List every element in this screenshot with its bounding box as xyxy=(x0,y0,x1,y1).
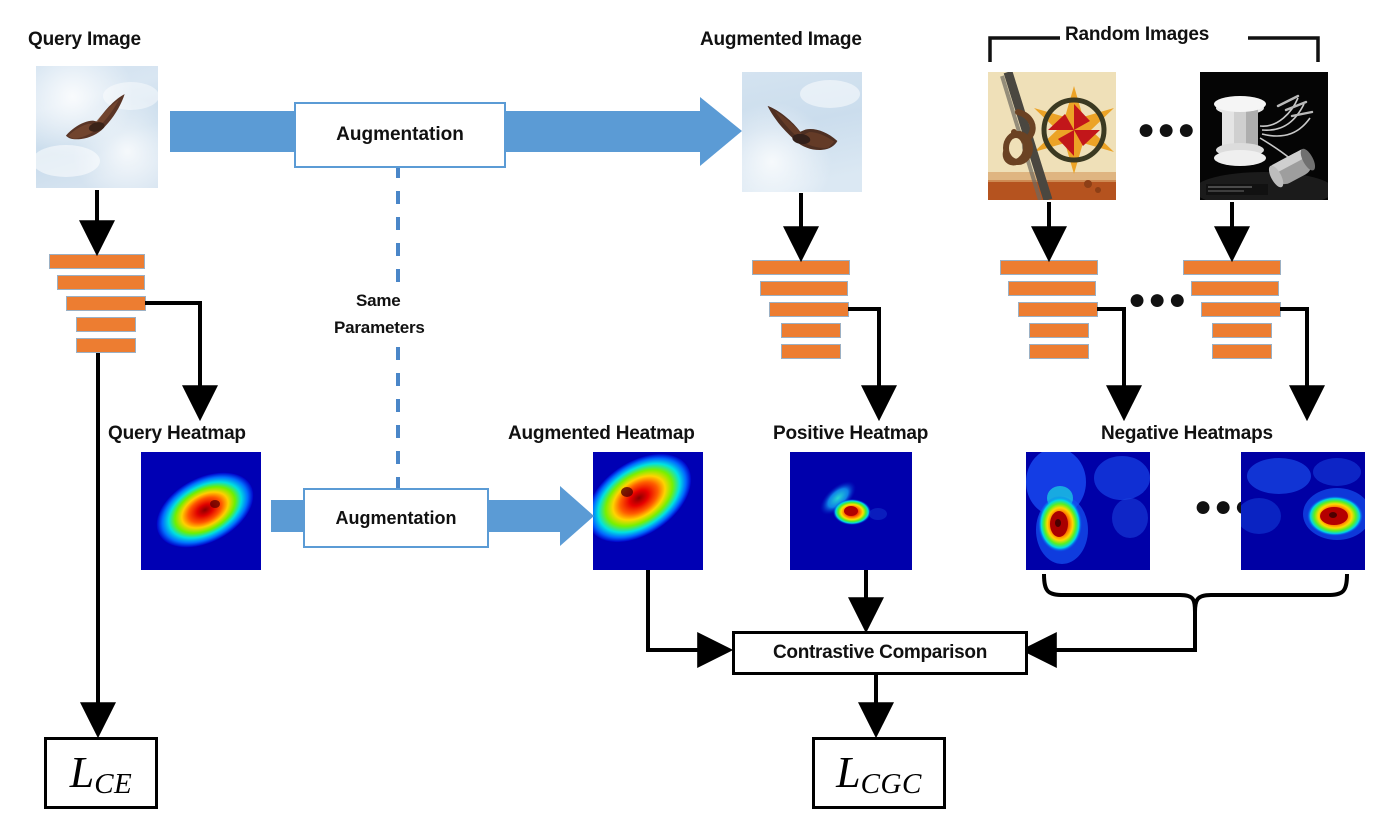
cnn-layer-bar xyxy=(49,254,145,269)
cnn-layer-bar xyxy=(781,323,841,338)
augmented-heatmap-label: Augmented Heatmap xyxy=(508,423,695,444)
cnn-layer-bar xyxy=(769,302,849,317)
cnn-layer-bar xyxy=(1029,344,1089,359)
same-parameters-label-line1: Same xyxy=(352,291,405,310)
query-image xyxy=(36,66,158,188)
cnn-layer-bar xyxy=(1191,281,1279,296)
arrow-negative-cnn-2-to-heatmap xyxy=(1280,307,1325,422)
cnn-layer-bar xyxy=(781,344,841,359)
cnn-layer-bar xyxy=(1029,323,1089,338)
cnn-layer-bar xyxy=(1008,281,1096,296)
query-heatmap-label: Query Heatmap xyxy=(108,423,246,444)
augmented-image xyxy=(742,72,862,192)
cnn-layer-bar xyxy=(76,317,136,332)
same-parameters-label-line2: Parameters xyxy=(330,318,429,337)
arrow-negative-cnn-1-to-heatmap xyxy=(1097,307,1142,422)
query-image-label: Query Image xyxy=(28,29,141,50)
negative-heatmaps-brace xyxy=(1042,573,1349,613)
loss-ce-symbol: LCE xyxy=(69,748,133,801)
loss-box-ce: LCE xyxy=(44,737,158,809)
augmented-heatmap xyxy=(593,452,703,570)
diagram-canvas: Query Image Augmented Image Random Image… xyxy=(0,0,1392,816)
positive-heatmap-label: Positive Heatmap xyxy=(773,423,929,444)
ellipsis-random-images: ●●● xyxy=(1137,113,1198,146)
augmentation-box-bottom[interactable]: Augmentation xyxy=(303,488,489,548)
negative-heatmap-2 xyxy=(1241,452,1365,570)
arrow-augmented-heatmap-to-comparison xyxy=(646,570,734,668)
cnn-layer-bar xyxy=(1183,260,1281,275)
contrastive-comparison-box[interactable]: Contrastive Comparison xyxy=(732,631,1028,675)
arrow-augmented-cnn-to-positive-heatmap xyxy=(848,307,897,422)
cnn-layer-bar xyxy=(1201,302,1281,317)
arrow-query-cnn-to-query-heatmap xyxy=(145,301,218,422)
positive-heatmap xyxy=(790,452,912,570)
negative-heatmaps-label: Negative Heatmaps xyxy=(1101,423,1273,444)
cnn-layer-bar xyxy=(752,260,850,275)
negative-heatmap-1 xyxy=(1026,452,1150,570)
query-heatmap xyxy=(141,452,261,570)
arrow-negative-heatmaps-to-comparison xyxy=(1020,612,1197,668)
cnn-layer-bar xyxy=(1212,344,1272,359)
cnn-layer-bar xyxy=(66,296,146,311)
cnn-layer-bar xyxy=(1018,302,1098,317)
cnn-layer-bar xyxy=(57,275,145,290)
augmentation-box-bottom-label: Augmentation xyxy=(335,507,457,528)
cnn-layer-bar xyxy=(1000,260,1098,275)
augmentation-box-top[interactable]: Augmentation xyxy=(294,102,506,168)
cnn-layer-bar xyxy=(1212,323,1272,338)
loss-cgc-symbol: LCGC xyxy=(836,748,922,801)
cnn-layer-bar xyxy=(76,338,136,353)
random-images-label: Random Images xyxy=(1065,24,1210,45)
random-image-1 xyxy=(988,72,1116,200)
cnn-layer-bar xyxy=(760,281,848,296)
contrastive-comparison-label: Contrastive Comparison xyxy=(772,642,988,663)
augmented-image-label: Augmented Image xyxy=(700,29,862,50)
random-image-2 xyxy=(1200,72,1328,200)
augmentation-box-top-label: Augmentation xyxy=(336,124,464,145)
ellipsis-cnn-stacks: ●●● xyxy=(1128,283,1189,316)
loss-box-cgc: LCGC xyxy=(812,737,946,809)
